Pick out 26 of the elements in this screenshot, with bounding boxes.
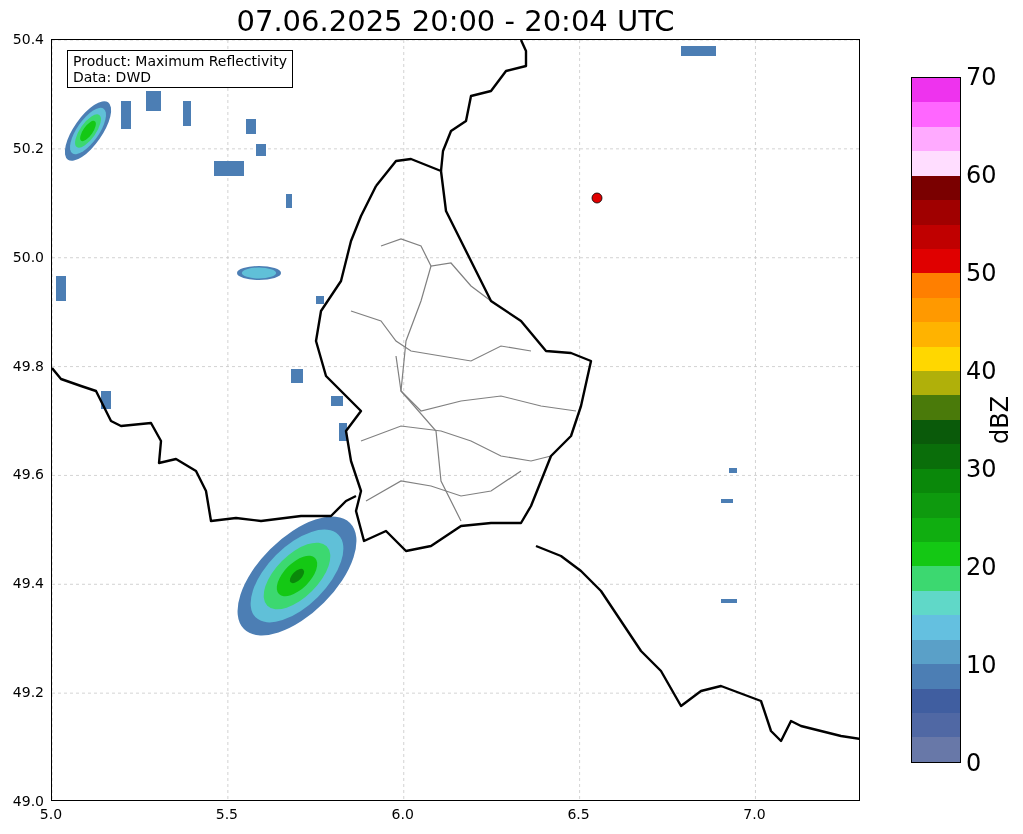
y-tick-label: 49.2: [11, 684, 44, 701]
colorbar-tick-label: 30: [966, 455, 997, 483]
chart-title: 07.06.2025 20:00 - 20:04 UTC: [235, 4, 676, 38]
x-tick-label: 6.5: [567, 806, 590, 822]
colorbar-label: dBZ: [986, 395, 1014, 445]
y-tick-label: 50.2: [11, 139, 44, 156]
location-marker: [591, 192, 603, 204]
colorbar-tick-label: 70: [966, 63, 997, 91]
x-tick-label: 6.0: [391, 806, 414, 822]
legend-text: Data: DWD: [73, 69, 152, 85]
colorbar-tick-label: 0: [966, 749, 982, 777]
x-tick-label: 5.5: [215, 806, 238, 822]
y-tick-label: 49.6: [11, 466, 44, 483]
colorbar-tick-label: 20: [966, 553, 997, 581]
y-tick-label: 50.4: [11, 31, 44, 47]
y-tick-label: 49.8: [11, 357, 44, 374]
colorbar-tick-label: 10: [966, 651, 997, 679]
colorbar-tick-label: 40: [966, 357, 997, 385]
y-tick-label: 49.4: [11, 575, 44, 592]
x-tick-label: 7.0: [743, 806, 766, 822]
y-tick-label: 50.0: [11, 248, 44, 265]
y-tick-label: 49.0: [11, 793, 44, 809]
legend-text: Product: Maximum Reflectivity: [73, 53, 287, 69]
colorbar-tick-label: 50: [966, 259, 997, 287]
x-tick-label: 5.0: [39, 806, 63, 822]
colorbar-tick-label: 60: [966, 161, 997, 189]
